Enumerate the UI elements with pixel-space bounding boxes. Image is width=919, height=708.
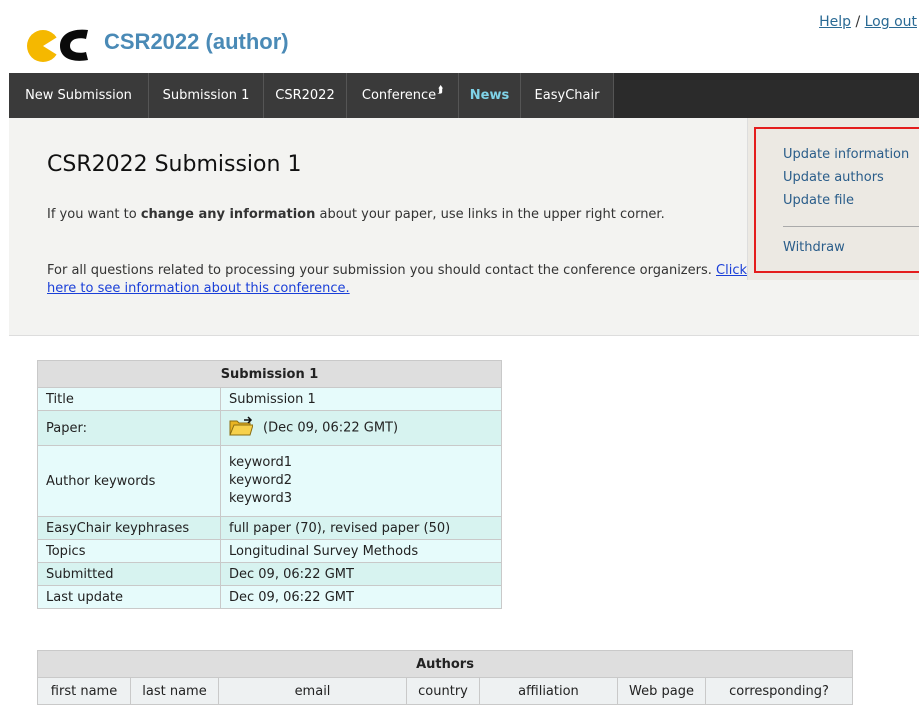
- row-label: EasyChair keyphrases: [37, 516, 221, 540]
- keyword: keyword2: [229, 473, 292, 488]
- para1-bold: change any information: [140, 207, 316, 222]
- column-header: Web page: [617, 677, 706, 705]
- side-divider: [783, 226, 919, 227]
- logout-link[interactable]: Log out: [865, 14, 917, 30]
- row-label: Title: [37, 387, 221, 411]
- header-links: Help / Log out: [819, 14, 917, 30]
- table-row: Paper: (Dec 09, 06:22 GMT): [37, 410, 502, 446]
- table-header-row: first name last name email country affil…: [37, 677, 853, 705]
- table-row: Last update Dec 09, 06:22 GMT: [37, 585, 502, 609]
- nav-csr2022[interactable]: CSR2022: [264, 73, 347, 118]
- app-title: CSR2022 (author): [104, 29, 289, 54]
- keywords-cell: keyword1 keyword2 keyword3: [220, 445, 502, 517]
- header: CSR2022 (author) Help / Log out: [0, 0, 919, 73]
- column-header: country: [406, 677, 480, 705]
- nav-label: News: [469, 88, 510, 103]
- nav-label: Conference: [361, 88, 437, 103]
- table-row: Topics Longitudinal Survey Methods: [37, 539, 502, 563]
- easychair-logo: [27, 29, 88, 62]
- authors-table: Authors first name last name email count…: [37, 650, 853, 705]
- column-header: corresponding?: [705, 677, 853, 705]
- info-paragraph: If you want to change any information ab…: [47, 206, 747, 224]
- nav-label: New Submission: [25, 88, 132, 103]
- column-header: last name: [130, 677, 219, 705]
- para1-text: If you want to: [47, 207, 141, 222]
- keyword: keyword1: [229, 455, 292, 470]
- row-value: Longitudinal Survey Methods: [220, 539, 502, 563]
- update-information-link[interactable]: Update information: [783, 147, 909, 162]
- column-header: first name: [37, 677, 131, 705]
- table-row: Title Submission 1: [37, 387, 502, 411]
- folder-icon[interactable]: [229, 416, 254, 440]
- table-caption: Authors: [37, 650, 853, 678]
- table-row: EasyChair keyphrases full paper (70), re…: [37, 516, 502, 540]
- nav-news[interactable]: News: [459, 73, 521, 118]
- table-row: Submitted Dec 09, 06:22 GMT: [37, 562, 502, 586]
- help-link[interactable]: Help: [819, 14, 851, 30]
- contact-paragraph: For all questions related to processing …: [47, 262, 747, 298]
- nav-easychair[interactable]: EasyChair: [521, 73, 614, 118]
- row-value: Dec 09, 06:22 GMT: [220, 585, 502, 609]
- submission-table: Submission 1 Title Submission 1 Paper: (…: [37, 360, 502, 609]
- nav-conference[interactable]: Conference⮭: [347, 73, 459, 118]
- nav-label: Submission 1: [162, 88, 250, 103]
- update-file-link[interactable]: Update file: [783, 193, 854, 208]
- para1-text-end: about your paper, use links in the upper…: [315, 207, 665, 222]
- row-label: Submitted: [37, 562, 221, 586]
- row-value: (Dec 09, 06:22 GMT): [220, 410, 502, 446]
- page-title: CSR2022 Submission 1: [47, 152, 302, 177]
- nav-submission-1[interactable]: Submission 1: [149, 73, 264, 118]
- header-separator: /: [855, 14, 861, 30]
- row-label: Author keywords: [37, 445, 221, 517]
- table-row: Author keywords keyword1 keyword2 keywor…: [37, 445, 502, 517]
- row-label: Last update: [37, 585, 221, 609]
- row-value: Dec 09, 06:22 GMT: [220, 562, 502, 586]
- main-nav: New Submission Submission 1 CSR2022 Conf…: [9, 73, 919, 118]
- column-header: affiliation: [479, 677, 618, 705]
- withdraw-link[interactable]: Withdraw: [783, 240, 845, 255]
- row-label: Paper:: [37, 410, 221, 446]
- return-arrow-icon: ⮭: [437, 85, 444, 96]
- keyword: keyword3: [229, 491, 292, 506]
- nav-label: CSR2022: [275, 88, 335, 103]
- page: CSR2022 (author) Help / Log out New Subm…: [0, 0, 919, 708]
- column-header: email: [218, 677, 407, 705]
- para2-text: For all questions related to processing …: [47, 263, 717, 278]
- nav-new-submission[interactable]: New Submission: [9, 73, 149, 118]
- row-label: Topics: [37, 539, 221, 563]
- nav-label: EasyChair: [534, 88, 600, 103]
- paper-date: (Dec 09, 06:22 GMT): [263, 420, 399, 436]
- table-caption: Submission 1: [37, 360, 502, 388]
- update-authors-link[interactable]: Update authors: [783, 170, 884, 185]
- row-value: full paper (70), revised paper (50): [220, 516, 502, 540]
- row-value: Submission 1: [220, 387, 502, 411]
